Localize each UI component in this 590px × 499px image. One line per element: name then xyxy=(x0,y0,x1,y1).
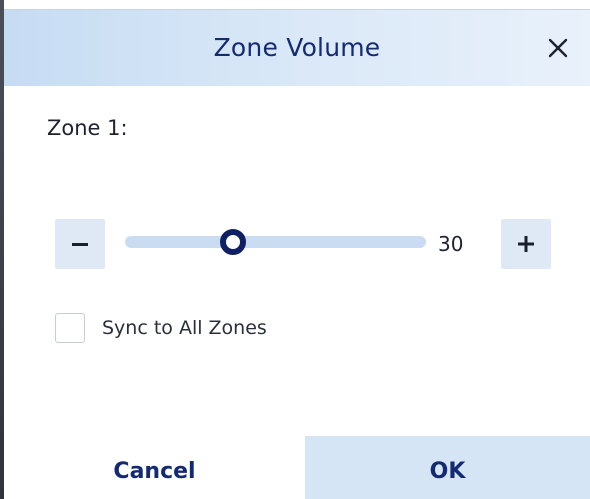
dialog-title: Zone Volume xyxy=(213,33,381,62)
volume-slider-thumb[interactable] xyxy=(220,229,246,255)
minus-icon xyxy=(72,243,88,246)
close-button[interactable] xyxy=(540,30,576,66)
decrease-volume-button[interactable] xyxy=(55,219,105,269)
plus-icon xyxy=(518,236,534,252)
increase-volume-button[interactable] xyxy=(501,219,551,269)
sync-all-zones-label: Sync to All Zones xyxy=(102,317,267,339)
sync-all-zones-checkbox[interactable] xyxy=(55,313,85,343)
volume-value: 30 xyxy=(438,232,464,256)
cancel-button[interactable]: Cancel xyxy=(4,436,305,499)
ok-button[interactable]: OK xyxy=(305,436,590,499)
close-icon xyxy=(548,38,568,58)
zone-label: Zone 1: xyxy=(47,116,128,140)
zone-volume-dialog: Zone Volume Zone 1: 30 Sync to All Zones… xyxy=(0,0,590,499)
volume-slider-track[interactable] xyxy=(125,236,426,248)
dialog-header: Zone Volume xyxy=(4,9,590,86)
sync-all-zones-row[interactable]: Sync to All Zones xyxy=(55,312,267,344)
